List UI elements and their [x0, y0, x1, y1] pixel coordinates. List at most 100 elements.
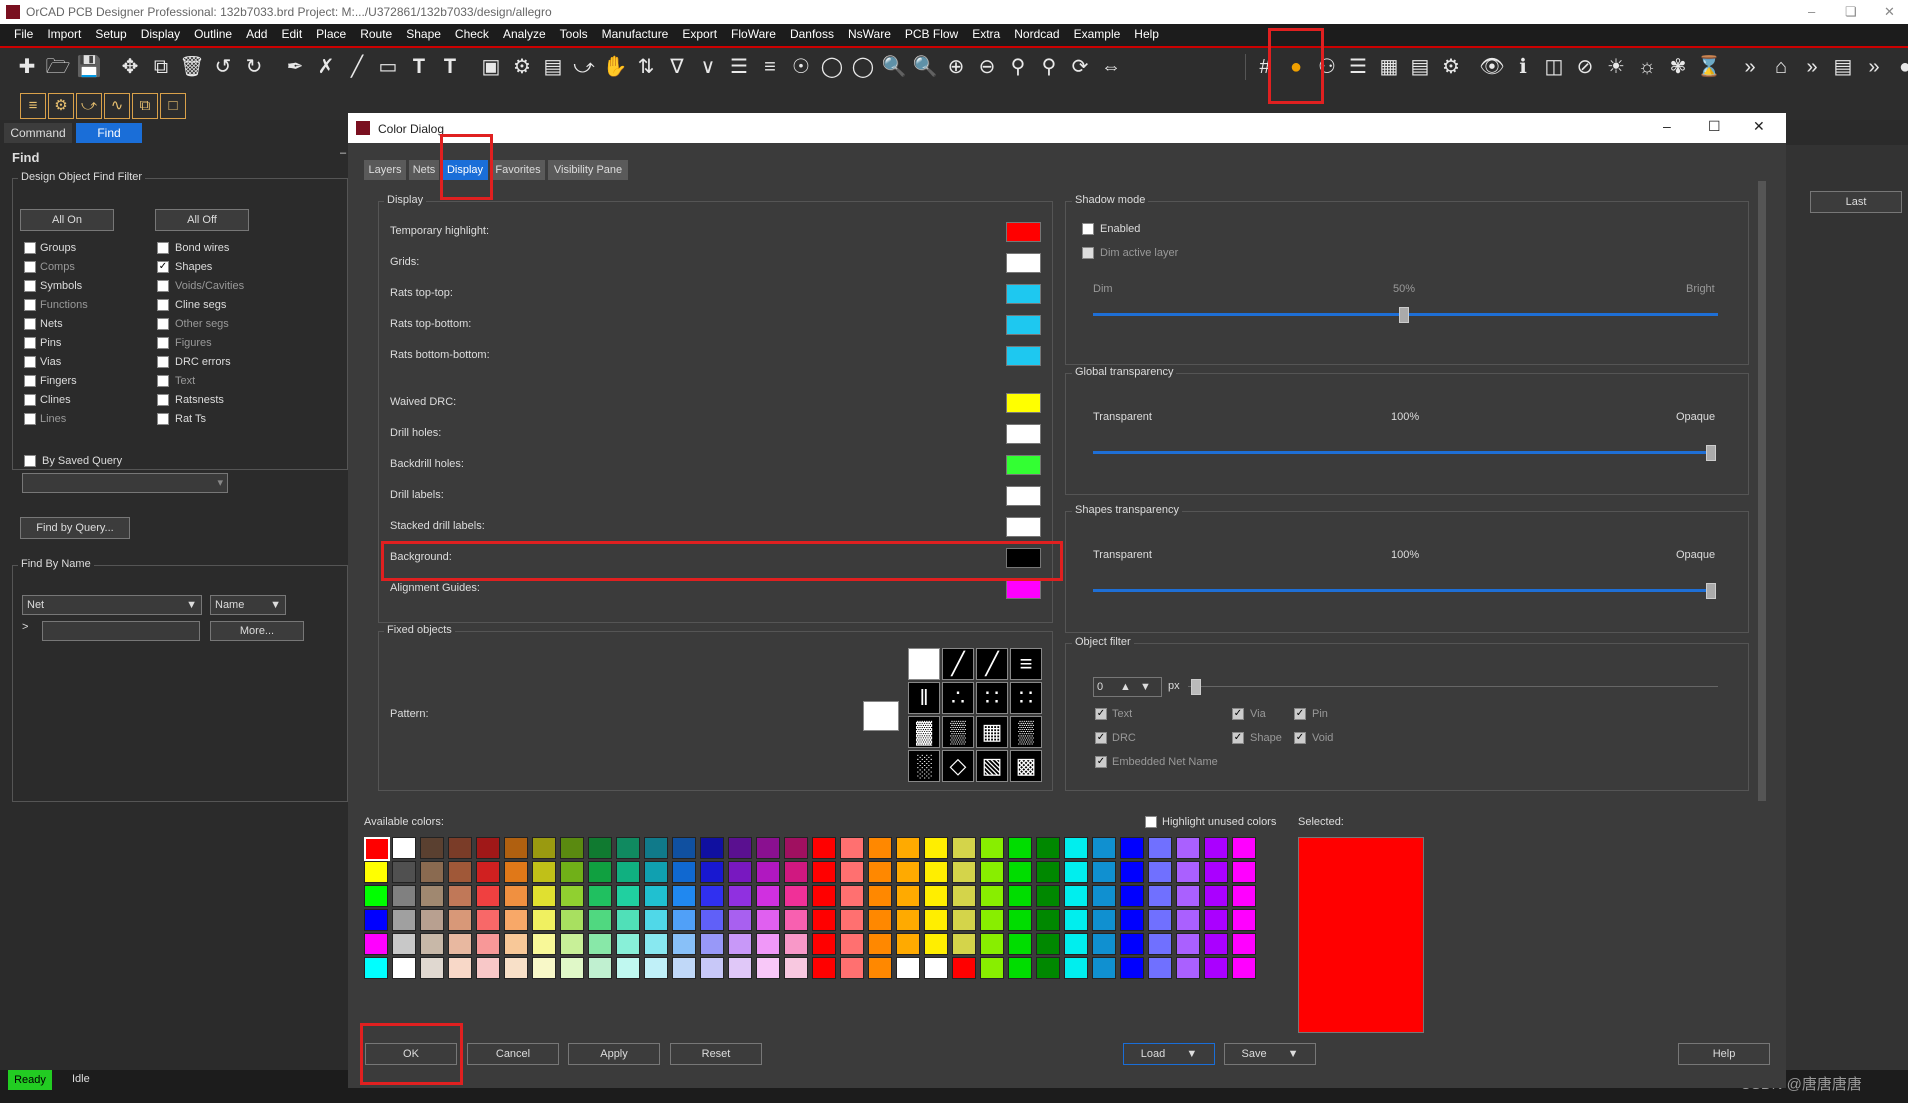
open-icon[interactable]: 🗁 — [45, 54, 71, 80]
palette-color-swatch[interactable] — [616, 933, 640, 955]
palette-color-swatch[interactable] — [840, 837, 864, 859]
sun2-icon[interactable]: ☼ — [1634, 54, 1660, 80]
pattern-option[interactable]: ╱ — [976, 648, 1008, 680]
load-button[interactable]: Load ▼ — [1123, 1043, 1215, 1065]
highlight-unused-checkbox[interactable] — [1145, 816, 1157, 828]
palette-color-swatch[interactable] — [1064, 837, 1088, 859]
dialog-scrollbar[interactable] — [1758, 181, 1766, 801]
palette-color-swatch[interactable] — [644, 861, 668, 883]
circle-icon[interactable]: ◯ — [819, 54, 845, 80]
forbid-icon[interactable]: ⊘ — [1572, 54, 1598, 80]
palette-color-swatch[interactable] — [980, 885, 1004, 907]
palette-color-swatch[interactable] — [616, 957, 640, 979]
pattern-option[interactable]: ▦ — [976, 716, 1008, 748]
find-nets-checkbox[interactable] — [24, 318, 36, 330]
object-filter-spinner[interactable]: 0 ▲ ▼ — [1093, 677, 1162, 697]
palette-color-swatch[interactable] — [644, 885, 668, 907]
minimize-icon[interactable]: – — [1808, 4, 1815, 19]
fork-icon[interactable]: ⇅ — [633, 54, 659, 80]
palette-color-swatch[interactable] — [980, 957, 1004, 979]
palette-color-swatch[interactable] — [1148, 837, 1172, 859]
palette-color-swatch[interactable] — [616, 909, 640, 931]
palette-color-swatch[interactable] — [728, 909, 752, 931]
tab-favorites[interactable]: Favorites — [491, 160, 545, 180]
palette-color-swatch[interactable] — [560, 861, 584, 883]
net-select[interactable]: Net ▼ — [22, 595, 202, 615]
palette-color-swatch[interactable] — [1120, 933, 1144, 955]
menu-item-nordcad[interactable]: Nordcad — [1014, 24, 1059, 44]
palette-color-swatch[interactable] — [504, 861, 528, 883]
info-icon[interactable]: ℹ — [1510, 54, 1536, 80]
palette-color-swatch[interactable] — [672, 957, 696, 979]
palette-color-swatch[interactable] — [1120, 909, 1144, 931]
find-functions-checkbox[interactable] — [24, 299, 36, 311]
line-icon[interactable]: ╱ — [344, 54, 370, 80]
dialog-close-icon[interactable]: ✕ — [1753, 118, 1765, 135]
palette-color-swatch[interactable] — [840, 909, 864, 931]
palette-color-swatch[interactable] — [924, 861, 948, 883]
palette-color-swatch[interactable] — [980, 861, 1004, 883]
palette-color-swatch[interactable] — [840, 885, 864, 907]
palette-color-swatch[interactable] — [1204, 909, 1228, 931]
find-vias-checkbox[interactable] — [24, 356, 36, 368]
palette-color-swatch[interactable] — [728, 837, 752, 859]
palette-color-swatch[interactable] — [364, 837, 390, 861]
palette-color-swatch[interactable] — [448, 933, 472, 955]
pattern-option[interactable]: ◇ — [942, 750, 974, 782]
palette-color-swatch[interactable] — [924, 933, 948, 955]
palette-color-swatch[interactable] — [1036, 933, 1060, 955]
palette-color-swatch[interactable] — [504, 909, 528, 931]
more3-icon[interactable]: » — [1861, 54, 1887, 80]
palette-color-swatch[interactable] — [532, 909, 556, 931]
find-clines-checkbox[interactable] — [24, 394, 36, 406]
menu-item-display[interactable]: Display — [141, 24, 180, 44]
palette-color-swatch[interactable] — [756, 861, 780, 883]
pattern-option[interactable]: ≡ — [1010, 648, 1042, 680]
palette-color-swatch[interactable] — [812, 885, 836, 907]
cancel-button[interactable]: Cancel — [467, 1043, 559, 1065]
pattern-option[interactable]: ▩ — [1010, 750, 1042, 782]
palette-color-swatch[interactable] — [364, 909, 388, 931]
pattern-option[interactable] — [908, 648, 940, 680]
palette-color-swatch[interactable] — [728, 933, 752, 955]
palette-color-swatch[interactable] — [1008, 909, 1032, 931]
palette-color-swatch[interactable] — [588, 861, 612, 883]
palette-color-swatch[interactable] — [1148, 885, 1172, 907]
object-filter-thumb[interactable] — [1191, 679, 1201, 695]
palette-color-swatch[interactable] — [1036, 909, 1060, 931]
palette-color-swatch[interactable] — [672, 837, 696, 859]
dim-active-layer-checkbox[interactable] — [1082, 247, 1094, 259]
palette-color-swatch[interactable] — [1092, 837, 1116, 859]
name-input[interactable] — [42, 621, 200, 641]
palette-color-swatch[interactable] — [1092, 861, 1116, 883]
palette-color-swatch[interactable] — [1092, 909, 1116, 931]
delete-icon[interactable]: 🗑 — [179, 54, 205, 80]
find-drc-errors-checkbox[interactable] — [157, 356, 169, 368]
palette-color-swatch[interactable] — [588, 909, 612, 931]
palette-color-swatch[interactable] — [1176, 861, 1200, 883]
palette-color-swatch[interactable] — [560, 933, 584, 955]
palette-color-swatch[interactable] — [560, 837, 584, 859]
more-icon[interactable]: » — [1737, 54, 1763, 80]
palette-color-swatch[interactable] — [364, 861, 388, 883]
palette-color-swatch[interactable] — [392, 957, 416, 979]
palette-color-swatch[interactable] — [924, 885, 948, 907]
palette-color-swatch[interactable] — [392, 885, 416, 907]
find-by-query-button[interactable]: Find by Query... — [20, 517, 130, 539]
palette-color-swatch[interactable] — [504, 885, 528, 907]
palette-color-swatch[interactable] — [1120, 861, 1144, 883]
palette-color-swatch[interactable] — [504, 957, 528, 979]
palette-color-swatch[interactable] — [1092, 957, 1116, 979]
palette-color-swatch[interactable] — [420, 885, 444, 907]
pattern-option[interactable]: ▒ — [942, 716, 974, 748]
palette-color-swatch[interactable] — [868, 837, 892, 859]
filter-shape-checkbox[interactable]: ✓ — [1232, 732, 1244, 744]
palette-color-swatch[interactable] — [672, 885, 696, 907]
palette-color-swatch[interactable] — [448, 957, 472, 979]
palette-color-swatch[interactable] — [952, 957, 976, 979]
palette-color-swatch[interactable] — [476, 861, 500, 883]
palette-color-swatch[interactable] — [1204, 861, 1228, 883]
gear-icon[interactable]: ⚙ — [509, 54, 535, 80]
palette-color-swatch[interactable] — [448, 861, 472, 883]
close-icon[interactable]: ✕ — [1884, 4, 1895, 20]
